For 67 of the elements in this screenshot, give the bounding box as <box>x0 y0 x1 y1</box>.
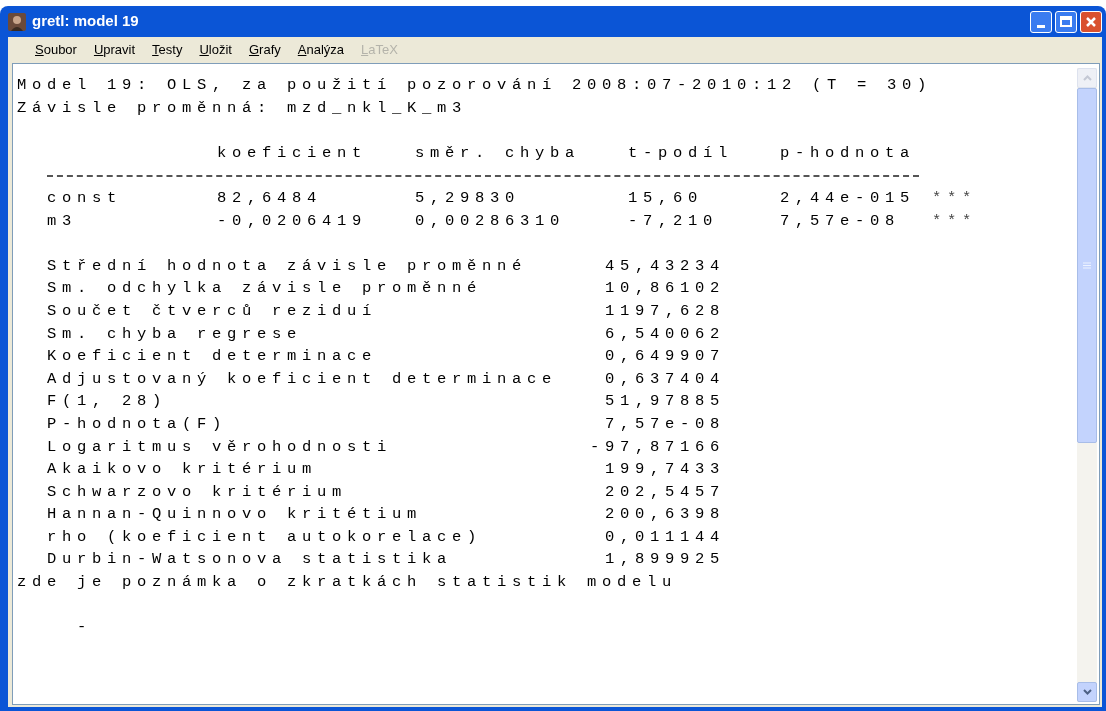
maximize-button[interactable] <box>1055 10 1077 33</box>
menu-item[interactable]: Soubor <box>35 40 77 60</box>
table-cell: m3 <box>47 211 77 230</box>
column-header: p-hodnota <box>780 143 915 162</box>
menu-item[interactable]: Testy <box>152 40 183 60</box>
stat-value: -97,87166 <box>590 436 725 458</box>
stat-value: 45,43234 <box>605 255 725 277</box>
table-cell: 15,60 <box>628 188 703 207</box>
scroll-thumb[interactable] <box>1077 88 1097 443</box>
stat-value: 200,6398 <box>605 504 725 526</box>
chevron-down-icon <box>1082 689 1092 695</box>
stat-label: Sm. chyba regrese <box>47 324 303 343</box>
stat-value: 0,011144 <box>605 526 725 548</box>
window-title: gretl: model 19 <box>32 11 140 32</box>
maximize-icon <box>1060 16 1072 27</box>
table-cell: 2,44e-015 <box>780 188 915 207</box>
stat-value: 0,649907 <box>605 346 725 368</box>
column-header: koeficient <box>217 143 367 162</box>
note-text: zde je poznámka o zkratkách statistik modelu <box>17 572 678 594</box>
stat-label: Koeficient determinace <box>47 347 378 366</box>
stat-value: 199,7433 <box>605 459 725 481</box>
stat-label: rho (koeficient autokorelace) <box>47 527 483 546</box>
menu-item[interactable]: Uložit <box>199 40 232 60</box>
stat-value: 1197,628 <box>605 300 725 322</box>
stat-value: 202,5457 <box>605 481 725 503</box>
stat-value: 7,57e-08 <box>605 413 725 435</box>
table-cell: 7,57e-08 <box>780 211 900 230</box>
stat-value: 0,637404 <box>605 368 725 390</box>
table-cell: 82,6484 <box>217 188 322 207</box>
chevron-up-icon <box>1082 75 1092 81</box>
app-icon <box>8 12 26 31</box>
significance-stars: *** <box>932 210 977 232</box>
stat-label: Hannan-Quinnovo kritétium <box>47 505 423 524</box>
grip-icon <box>1083 262 1091 269</box>
minimize-button[interactable] <box>1030 10 1052 33</box>
stat-value: 51,97885 <box>605 391 725 413</box>
stat-label: F(1, 28) <box>47 392 167 411</box>
stat-label: Durbin-Watsonova statistika <box>47 550 453 569</box>
stat-label: Součet čtverců reziduí <box>47 301 378 320</box>
column-header: t-podíl <box>628 143 733 162</box>
minimize-icon <box>1037 24 1045 28</box>
table-cell: -0,0206419 <box>217 211 367 230</box>
significance-stars: *** <box>932 187 977 209</box>
stat-label: P-hodnota(F) <box>47 414 228 433</box>
stat-label: Logaritmus věrohodnosti <box>47 437 393 456</box>
table-cell: -7,210 <box>628 211 718 230</box>
table-cell: 0,00286310 <box>415 211 565 230</box>
stat-label: Schwarzovo kritérium <box>47 482 348 501</box>
close-button[interactable] <box>1080 10 1102 33</box>
table-cell: const <box>47 188 122 207</box>
stat-label: Sm. odchylka závisle proměnné <box>47 279 483 298</box>
menu-item[interactable]: Analýza <box>297 40 344 60</box>
stat-label: Akaikovo kritérium <box>47 460 318 479</box>
scroll-down-button[interactable] <box>1077 682 1097 702</box>
stat-label: Střední hodnota závisle proměnné <box>47 256 528 275</box>
close-icon <box>1085 15 1097 28</box>
stat-value: 10,86102 <box>605 278 725 300</box>
table-cell: 5,29830 <box>415 188 520 207</box>
column-header: směr. chyba <box>415 143 581 162</box>
stat-label: Adjustovaný koeficient determinace <box>47 369 558 388</box>
stat-value: 6,540062 <box>605 323 725 345</box>
heading-text: Závisle proměnná: mzd_nkl_K_m3 <box>17 97 468 119</box>
menu-item[interactable]: Grafy <box>248 40 281 60</box>
menu-item[interactable]: Upravit <box>93 40 136 60</box>
text-fragment: - <box>77 617 92 639</box>
stat-value: 1,899925 <box>605 549 725 571</box>
heading-text: Model 19: OLS, za použití pozorování 2008:07-2010:12 (T = 30) <box>17 75 933 96</box>
